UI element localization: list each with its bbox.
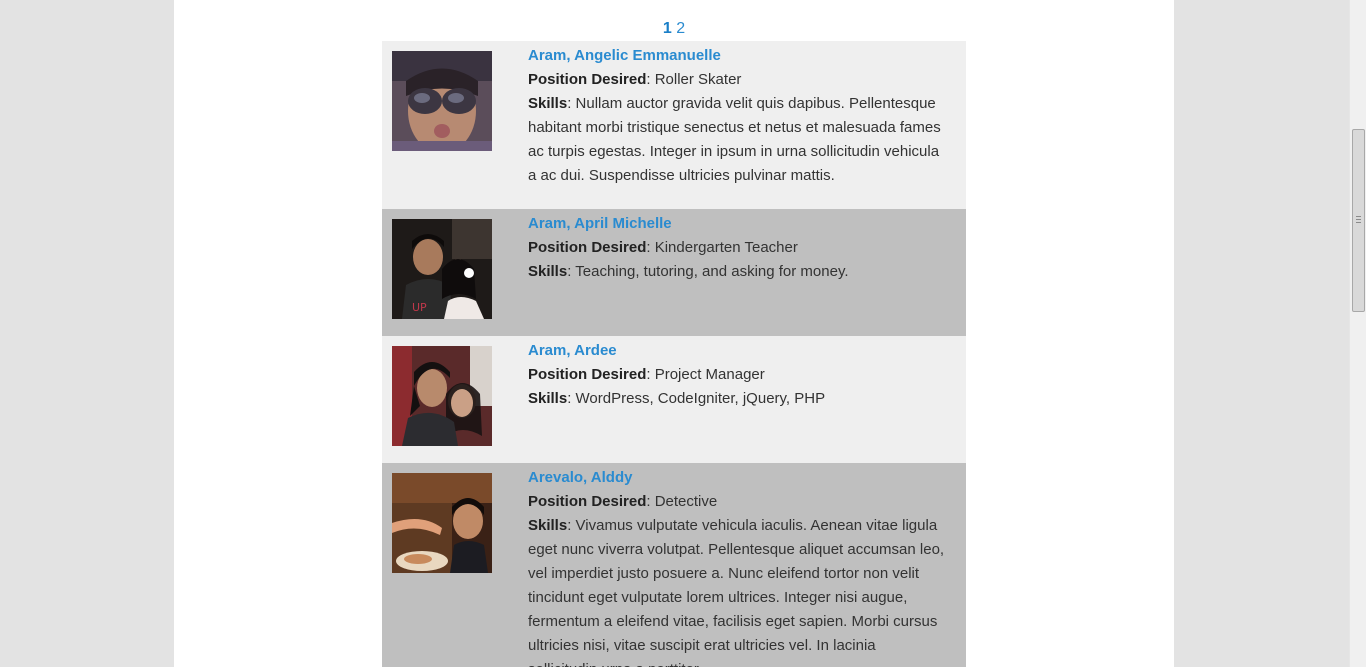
applicant-info: Arevalo, Alddy Position Desired: Detecti… bbox=[528, 466, 948, 667]
skills-line: Skills: Nullam auctor gravida velit quis… bbox=[528, 95, 941, 184]
skills-line: Skills: WordPress, CodeIgniter, jQuery, … bbox=[528, 390, 826, 407]
applicant-name-link[interactable]: Aram, April Michelle bbox=[528, 212, 672, 236]
applicant-name-link[interactable]: Aram, Ardee bbox=[528, 339, 617, 363]
list-item: UP Aram, April Michelle Position Desired… bbox=[382, 209, 966, 336]
position-line: Position Desired: Project Manager bbox=[528, 366, 765, 383]
list-item: Arevalo, Alddy Position Desired: Detecti… bbox=[382, 463, 966, 667]
applicant-photo[interactable] bbox=[392, 473, 492, 573]
skills-value: Nullam auctor gravida velit quis dapibus… bbox=[528, 95, 941, 184]
list-item: Aram, Angelic Emmanuelle Position Desire… bbox=[382, 41, 966, 209]
pagination: 1 2 bbox=[174, 19, 1174, 39]
svg-text:UP: UP bbox=[412, 301, 427, 314]
position-value: Kindergarten Teacher bbox=[654, 239, 798, 256]
position-label: Position Desired bbox=[528, 239, 647, 256]
applicant-name-link[interactable]: Arevalo, Alddy bbox=[528, 466, 632, 490]
applicant-list: Aram, Angelic Emmanuelle Position Desire… bbox=[382, 41, 966, 667]
list-item: Aram, Ardee Position Desired: Project Ma… bbox=[382, 336, 966, 463]
skills-value: Vivamus vulputate vehicula iaculis. Aene… bbox=[528, 517, 945, 667]
applicant-photo[interactable] bbox=[392, 51, 492, 151]
skills-line: Skills: Teaching, tutoring, and asking f… bbox=[528, 263, 849, 280]
vertical-scrollbar[interactable] bbox=[1349, 0, 1366, 667]
skills-value: WordPress, CodeIgniter, jQuery, PHP bbox=[575, 390, 826, 407]
applicant-info: Aram, April Michelle Position Desired: K… bbox=[528, 212, 948, 284]
skills-label: Skills bbox=[528, 95, 568, 112]
applicant-photo[interactable]: UP bbox=[392, 219, 492, 319]
skills-label: Skills bbox=[528, 390, 568, 407]
position-line: Position Desired: Roller Skater bbox=[528, 71, 742, 88]
skills-line: Skills: Vivamus vulputate vehicula iacul… bbox=[528, 514, 948, 667]
skills-label: Skills bbox=[528, 263, 568, 280]
applicant-info: Aram, Angelic Emmanuelle Position Desire… bbox=[528, 44, 948, 188]
page-link-1[interactable]: 1 bbox=[663, 20, 672, 37]
page-link-2[interactable]: 2 bbox=[676, 20, 685, 37]
position-label: Position Desired bbox=[528, 71, 647, 88]
skills-value: Teaching, tutoring, and asking for money… bbox=[575, 263, 849, 280]
skills-label: Skills bbox=[528, 517, 568, 534]
applicant-name-link[interactable]: Aram, Angelic Emmanuelle bbox=[528, 44, 721, 68]
grip-icon bbox=[1356, 216, 1361, 225]
position-label: Position Desired bbox=[528, 493, 647, 510]
position-value: Roller Skater bbox=[654, 71, 742, 88]
position-line: Position Desired: Detective bbox=[528, 493, 718, 510]
position-label: Position Desired bbox=[528, 366, 647, 383]
position-line: Position Desired: Kindergarten Teacher bbox=[528, 239, 798, 256]
page-content: 1 2 Aram, Angelic Emmanuelle Position De… bbox=[174, 0, 1174, 667]
scrollbar-thumb[interactable] bbox=[1352, 129, 1365, 312]
applicant-info: Aram, Ardee Position Desired: Project Ma… bbox=[528, 339, 948, 411]
applicant-photo[interactable] bbox=[392, 346, 492, 446]
position-value: Detective bbox=[654, 493, 718, 510]
position-value: Project Manager bbox=[654, 366, 765, 383]
